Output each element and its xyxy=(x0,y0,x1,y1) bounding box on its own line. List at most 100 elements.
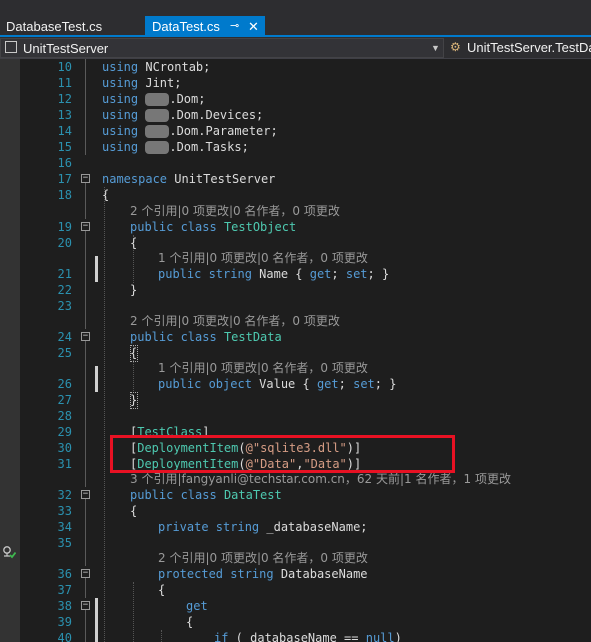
code-line[interactable]: public object Value { get; set; } xyxy=(158,376,396,392)
line-number: 26 xyxy=(57,377,72,391)
navigation-bar: UnitTestServer ▼ ⚙ UnitTestServer.TestDa xyxy=(0,37,591,59)
line-number: 25 xyxy=(57,346,72,360)
chevron-down-icon: ▼ xyxy=(431,43,440,53)
code-line[interactable]: { xyxy=(158,582,165,598)
line-number: 19 xyxy=(57,220,72,234)
code-line[interactable]: using NCrontab; xyxy=(102,59,210,75)
code-line[interactable]: get xyxy=(186,598,208,614)
line-number: 33 xyxy=(57,504,72,518)
change-marker xyxy=(95,366,98,392)
codelens-info[interactable]: 2 个引用|0 项更改|0 名作者，0 项更改 xyxy=(130,313,340,329)
code-line[interactable]: public class TestObject xyxy=(130,219,296,235)
code-line[interactable]: { xyxy=(102,187,109,203)
csharp-project-icon xyxy=(5,41,17,53)
indent-guide xyxy=(104,187,105,642)
codelens-info[interactable]: 1 个引用|0 项更改|0 名作者，0 项更改 xyxy=(158,360,368,376)
line-number: 13 xyxy=(57,108,72,122)
fold-toggle[interactable]: − xyxy=(81,569,90,578)
code-line[interactable]: public class TestData xyxy=(130,329,282,345)
tab-datatest[interactable]: DataTest.cs ⊸ ✕ xyxy=(145,16,265,37)
line-number: 17 xyxy=(57,172,72,186)
class-icon: ⚙ xyxy=(450,40,461,54)
line-number: 35 xyxy=(57,536,72,550)
redacted-text xyxy=(145,109,170,122)
code-line[interactable]: using .Dom.Tasks; xyxy=(102,139,249,155)
codelens-info[interactable]: 1 个引用|0 项更改|0 名作者，0 项更改 xyxy=(158,250,368,266)
line-number: 34 xyxy=(57,520,72,534)
line-number: 36 xyxy=(57,567,72,581)
type-dropdown[interactable]: ⚙ UnitTestServer.TestDa xyxy=(446,38,591,58)
fold-toggle[interactable]: − xyxy=(81,332,90,341)
fold-guide xyxy=(85,499,86,566)
tab-label: DatabaseTest.cs xyxy=(6,19,103,34)
fold-guide xyxy=(85,341,86,487)
code-line[interactable]: protected string DatabaseName xyxy=(158,566,368,582)
line-number: 40 xyxy=(57,631,72,642)
line-number: 15 xyxy=(57,140,72,154)
line-number: 22 xyxy=(57,283,72,297)
tab-databasetest[interactable]: DatabaseTest.cs xyxy=(0,16,145,37)
code-line[interactable]: if ( databaseName == null) xyxy=(214,630,402,642)
fold-toggle[interactable]: − xyxy=(81,222,90,231)
tab-label: DataTest.cs xyxy=(152,19,220,34)
fold-guide xyxy=(85,231,86,329)
fold-guide xyxy=(85,59,86,155)
line-number: 20 xyxy=(57,236,72,250)
line-number: 39 xyxy=(57,615,72,629)
type-name: UnitTestServer.TestDa xyxy=(467,40,591,55)
code-line[interactable]: public string Name { get; set; } xyxy=(158,266,389,282)
fold-toggle[interactable]: − xyxy=(81,490,90,499)
code-line[interactable]: using .Dom.Devices; xyxy=(102,107,263,123)
fold-guide xyxy=(85,183,86,219)
tab-bar: DatabaseTest.cs DataTest.cs ⊸ ✕ xyxy=(0,0,591,37)
redacted-text xyxy=(145,125,170,138)
code-line[interactable]: namespace UnitTestServer xyxy=(102,171,275,187)
redacted-text xyxy=(145,141,170,154)
line-number: 24 xyxy=(57,330,72,344)
redacted-text xyxy=(145,93,170,106)
fold-guide xyxy=(85,610,86,642)
line-number: 38 xyxy=(57,599,72,613)
code-editor[interactable]: 10 11 12 13 14 15 16 17 18 19 20 21 22 2… xyxy=(20,59,591,642)
line-number: 12 xyxy=(57,92,72,106)
pin-icon[interactable]: ⊸ xyxy=(230,16,239,37)
project-name: UnitTestServer xyxy=(23,41,109,56)
codelens-info[interactable]: 2 个引用|0 项更改|0 名作者，0 项更改 xyxy=(158,550,368,566)
code-line[interactable]: public class DataTest xyxy=(130,487,282,503)
code-line[interactable]: { xyxy=(130,503,137,519)
line-number: 31 xyxy=(57,457,72,471)
test-passed-icon[interactable] xyxy=(2,545,16,559)
code-line[interactable]: { xyxy=(130,345,137,361)
fold-toggle[interactable]: − xyxy=(81,174,90,183)
change-marker xyxy=(95,598,98,642)
line-number: 14 xyxy=(57,124,72,138)
line-number: 27 xyxy=(57,393,72,407)
close-icon[interactable]: ✕ xyxy=(248,16,259,37)
line-number: 16 xyxy=(57,156,72,170)
indent-guide xyxy=(133,582,134,642)
indicator-margin xyxy=(0,59,20,642)
code-line[interactable]: using Jint; xyxy=(102,75,181,91)
project-dropdown[interactable]: UnitTestServer ▼ xyxy=(0,38,444,58)
line-number: 23 xyxy=(57,299,72,313)
codelens-info[interactable]: 2 个引用|0 项更改|0 名作者，0 项更改 xyxy=(130,203,340,219)
code-line[interactable]: } xyxy=(130,282,137,298)
code-line[interactable]: private string _databaseName; xyxy=(158,519,368,535)
code-line[interactable]: } xyxy=(130,392,137,408)
code-line[interactable]: { xyxy=(186,614,193,630)
line-number: 21 xyxy=(57,267,72,281)
line-number: 29 xyxy=(57,425,72,439)
line-number: 32 xyxy=(57,488,72,502)
line-number: 28 xyxy=(57,409,72,423)
code-line[interactable]: { xyxy=(130,235,137,251)
fold-guide xyxy=(85,578,86,598)
code-line[interactable]: using .Dom.Parameter; xyxy=(102,123,278,139)
code-line[interactable]: using .Dom; xyxy=(102,91,205,107)
fold-toggle[interactable]: − xyxy=(81,601,90,610)
codelens-info[interactable]: 3 个引用|fangyanli@techstar.com.cn，62 天前|1 … xyxy=(130,471,511,487)
line-number: 11 xyxy=(57,76,72,90)
line-number: 18 xyxy=(57,188,72,202)
red-highlight-box xyxy=(110,435,455,473)
line-number: 30 xyxy=(57,441,72,455)
line-number: 37 xyxy=(57,583,72,597)
